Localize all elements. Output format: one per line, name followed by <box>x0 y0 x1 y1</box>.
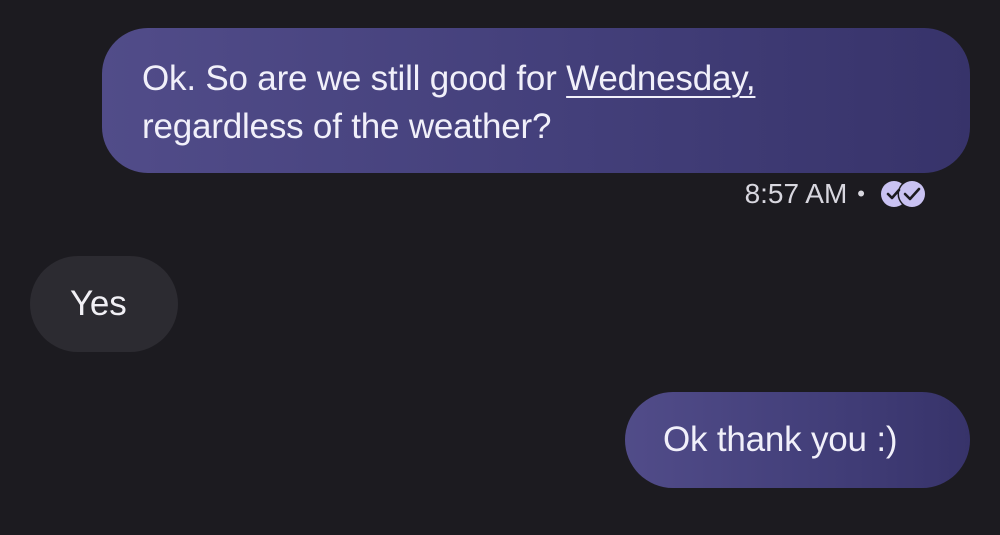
sent-message-bubble[interactable]: Ok. So are we still good for Wednesday, … <box>102 28 970 173</box>
sent-message-bubble[interactable]: Ok thank you :) <box>625 392 970 488</box>
status-separator: • <box>857 181 865 206</box>
message-text: regardless of the weather? <box>142 107 552 146</box>
message-text: Ok. So are we still good for <box>142 59 567 98</box>
read-receipt-icon <box>881 179 927 209</box>
message-timestamp: 8:57 AM <box>744 178 848 209</box>
message-status: 8:57 AM • <box>745 172 927 216</box>
message-text: Yes <box>70 284 127 323</box>
date-link[interactable]: Wednesday, <box>566 59 756 98</box>
message-text: Ok thank you :) <box>663 420 898 459</box>
received-message-bubble[interactable]: Yes <box>30 256 178 352</box>
